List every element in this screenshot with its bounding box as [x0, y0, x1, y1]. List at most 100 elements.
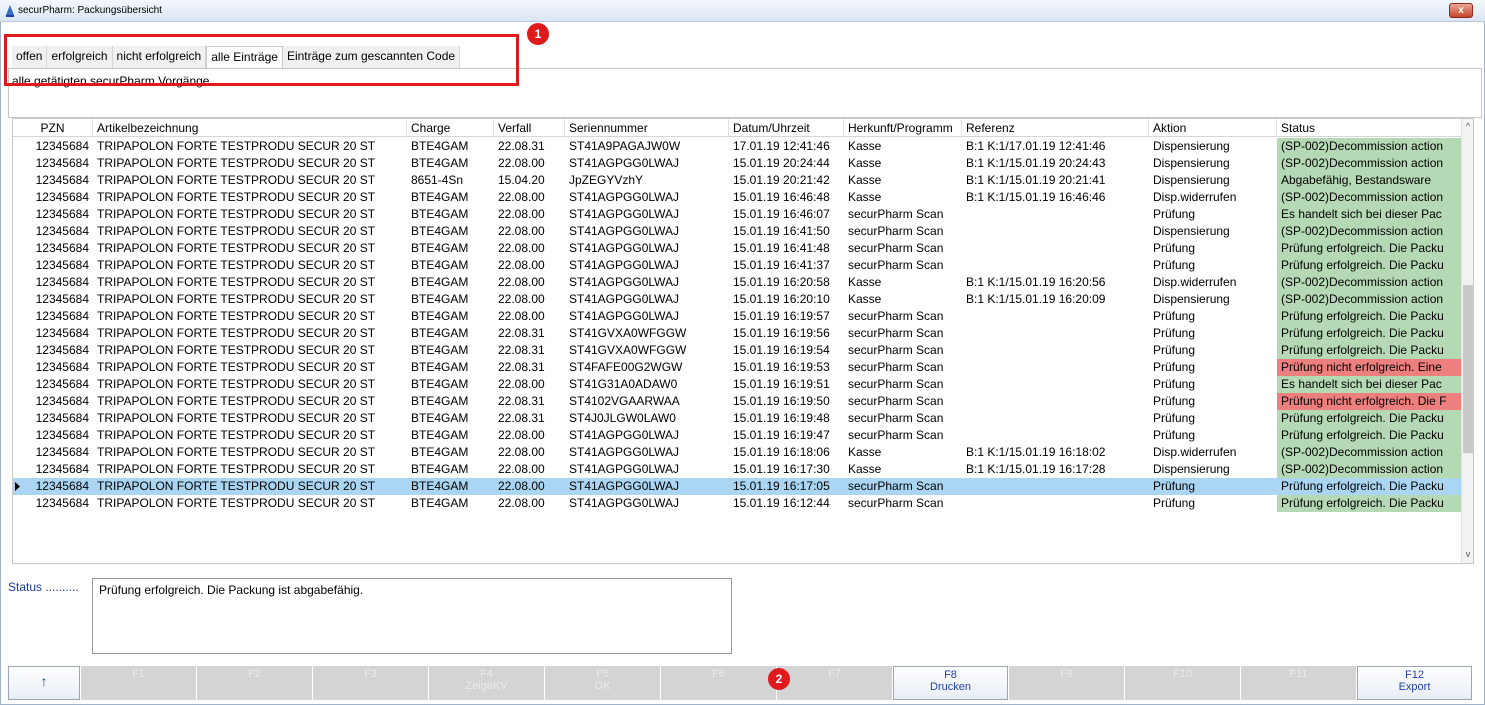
cell-charge: BTE4GAM [411, 360, 469, 374]
table-row[interactable]: 12345684 TRIPAPOLON FORTE TESTPRODU SECUR… [13, 223, 1463, 240]
cell-status: (SP-002)Decommission action [1277, 223, 1463, 240]
column-header-verfall[interactable]: Verfall [494, 119, 565, 137]
cell-aktion: Prüfung [1153, 496, 1196, 510]
cell-datum: 15.01.19 20:21:42 [733, 173, 830, 187]
table-row[interactable]: 12345684 TRIPAPOLON FORTE TESTPRODU SECUR… [13, 376, 1463, 393]
cell-herkunft: Kasse [848, 462, 882, 476]
cell-verfall: 22.08.31 [498, 394, 545, 408]
table-row[interactable]: 12345684 TRIPAPOLON FORTE TESTPRODU SECUR… [13, 359, 1463, 376]
cell-herkunft: Kasse [848, 445, 882, 459]
cell-referenz: B:1 K:1/15.01.19 16:20:09 [966, 292, 1106, 306]
cell-herkunft: securPharm Scan [848, 258, 944, 272]
cell-herkunft: Kasse [848, 156, 882, 170]
fkey-f5-button[interactable]: F5 OK [545, 666, 660, 700]
fkey-action-label [197, 680, 312, 692]
table-row[interactable]: 12345684 TRIPAPOLON FORTE TESTPRODU SECUR… [13, 138, 1463, 155]
fkey-f4-button[interactable]: F4 ZeigeKV [429, 666, 544, 700]
cell-pzn: 12345684 [35, 275, 89, 289]
column-header-artikelbezeichnung[interactable]: Artikelbezeichnung [93, 119, 407, 137]
fkey-f7-button[interactable]: F7 [777, 666, 892, 700]
fkey-label: F8 [944, 669, 957, 681]
fkey-up-button[interactable]: ↑ [8, 666, 80, 700]
cell-herkunft: Kasse [848, 275, 882, 289]
cell-verfall: 22.08.00 [498, 258, 545, 272]
fkey-label: F3 [364, 668, 377, 680]
scrollbar-thumb[interactable] [1463, 285, 1473, 453]
column-header-charge[interactable]: Charge [407, 119, 494, 137]
cell-herkunft: securPharm Scan [848, 309, 944, 323]
table-row[interactable]: 12345684 TRIPAPOLON FORTE TESTPRODU SECUR… [13, 461, 1463, 478]
cell-seriennummer: ST41G31A0ADAW0 [569, 377, 678, 391]
table-row[interactable]: 12345684 TRIPAPOLON FORTE TESTPRODU SECUR… [13, 342, 1463, 359]
vertical-scrollbar[interactable]: ^ v [1461, 119, 1473, 563]
cell-datum: 15.01.19 16:19:50 [733, 394, 830, 408]
table-row[interactable]: 12345684 TRIPAPOLON FORTE TESTPRODU SECUR… [13, 206, 1463, 223]
cell-herkunft: securPharm Scan [848, 326, 944, 340]
cell-status: Prüfung erfolgreich. Die Packu [1277, 495, 1463, 512]
cell-artikel: TRIPAPOLON FORTE TESTPRODU SECUR 20 ST [97, 275, 376, 289]
scroll-up-icon[interactable]: ^ [1462, 121, 1473, 135]
cell-seriennummer: ST41AGPGG0LWAJ [569, 496, 680, 510]
cell-aktion: Dispensierung [1153, 156, 1230, 170]
column-header-status[interactable]: Status [1277, 119, 1463, 137]
table-row[interactable]: 12345684 TRIPAPOLON FORTE TESTPRODU SECUR… [13, 291, 1463, 308]
cell-referenz [962, 240, 1149, 257]
cell-herkunft: securPharm Scan [848, 224, 944, 238]
fkey-f11-button[interactable]: F11 [1241, 666, 1356, 700]
cell-artikel: TRIPAPOLON FORTE TESTPRODU SECUR 20 ST [97, 326, 376, 340]
cell-herkunft: securPharm Scan [848, 428, 944, 442]
cell-aktion: Dispensierung [1153, 292, 1230, 306]
cell-pzn: 12345684 [35, 156, 89, 170]
cell-seriennummer: ST41AGPGG0LWAJ [565, 478, 729, 495]
column-header-seriennummer[interactable]: Seriennummer [565, 119, 729, 137]
cell-aktion: Prüfung [1153, 377, 1196, 391]
fkey-f9-button[interactable]: F9 [1009, 666, 1124, 700]
column-header-datum[interactable]: Datum/Uhrzeit [729, 119, 844, 137]
cell-status: (SP-002)Decommission action [1277, 274, 1463, 291]
table-row[interactable]: 12345684 TRIPAPOLON FORTE TESTPRODU SECUR… [13, 172, 1463, 189]
table-row[interactable]: 12345684 TRIPAPOLON FORTE TESTPRODU SECUR… [13, 393, 1463, 410]
fkey-f12-button[interactable]: F12 Export [1357, 666, 1472, 700]
cell-aktion: Prüfung [1149, 478, 1277, 495]
cell-aktion: Prüfung [1153, 258, 1196, 272]
scroll-down-icon[interactable]: v [1462, 549, 1473, 563]
fkey-f6-button[interactable]: F6 [661, 666, 776, 700]
cell-status: Prüfung nicht erfolgreich. Eine [1277, 359, 1463, 376]
cell-pzn: 12345684 [35, 496, 89, 510]
column-header-herkunft[interactable]: Herkunft/Programm [844, 119, 962, 137]
table-row[interactable]: 12345684 TRIPAPOLON FORTE TESTPRODU SECUR… [13, 189, 1463, 206]
fkey-f2-button[interactable]: F2 [197, 666, 312, 700]
fkey-f8-button[interactable]: F8 Drucken [893, 666, 1008, 700]
cell-seriennummer: ST4J0JLGW0LAW0 [569, 411, 676, 425]
fkey-f10-button[interactable]: F10 [1125, 666, 1240, 700]
table-row[interactable]: 12345684 TRIPAPOLON FORTE TESTPRODU SECUR… [13, 444, 1463, 461]
cell-charge: BTE4GAM [411, 275, 469, 289]
fkey-f1-button[interactable]: F1 [81, 666, 196, 700]
fkey-f3-button[interactable]: F3 [313, 666, 428, 700]
table-row[interactable]: 12345684 TRIPAPOLON FORTE TESTPRODU SECUR… [13, 410, 1463, 427]
table-row[interactable]: 12345684 TRIPAPOLON FORTE TESTPRODU SECUR… [13, 325, 1463, 342]
table-row[interactable]: 12345684 TRIPAPOLON FORTE TESTPRODU SECUR… [13, 257, 1463, 274]
column-header-pzn[interactable]: PZN [13, 119, 93, 137]
table-row[interactable]: 12345684 TRIPAPOLON FORTE TESTPRODU SECUR… [13, 495, 1463, 512]
column-header-referenz[interactable]: Referenz [962, 119, 1149, 137]
cell-charge: BTE4GAM [411, 411, 469, 425]
status-label: Status .......... [8, 580, 79, 594]
table-row[interactable]: 12345684 TRIPAPOLON FORTE TESTPRODU SECUR… [13, 308, 1463, 325]
table-header: PZN Artikelbezeichnung Charge Verfall Se… [13, 119, 1463, 137]
cell-referenz: B:1 K:1/15.01.19 20:21:41 [966, 173, 1106, 187]
cell-referenz: B:1 K:1/15.01.19 16:18:02 [966, 445, 1106, 459]
fkey-action-label [81, 680, 196, 692]
cell-herkunft: securPharm Scan [848, 411, 944, 425]
cell-artikel: TRIPAPOLON FORTE TESTPRODU SECUR 20 ST [97, 462, 376, 476]
table-row[interactable]: 12345684 TRIPAPOLON FORTE TESTPRODU SECUR… [13, 478, 1463, 495]
cell-pzn: 12345684 [35, 207, 89, 221]
cell-status: Prüfung erfolgreich. Die Packu [1277, 410, 1463, 427]
table-row[interactable]: 12345684 TRIPAPOLON FORTE TESTPRODU SECUR… [13, 155, 1463, 172]
cell-artikel: TRIPAPOLON FORTE TESTPRODU SECUR 20 ST [97, 496, 376, 510]
table-row[interactable]: 12345684 TRIPAPOLON FORTE TESTPRODU SECUR… [13, 427, 1463, 444]
table-row[interactable]: 12345684 TRIPAPOLON FORTE TESTPRODU SECUR… [13, 274, 1463, 291]
table-row[interactable]: 12345684 TRIPAPOLON FORTE TESTPRODU SECUR… [13, 240, 1463, 257]
column-header-aktion[interactable]: Aktion [1149, 119, 1277, 137]
close-button[interactable]: x [1449, 3, 1473, 18]
